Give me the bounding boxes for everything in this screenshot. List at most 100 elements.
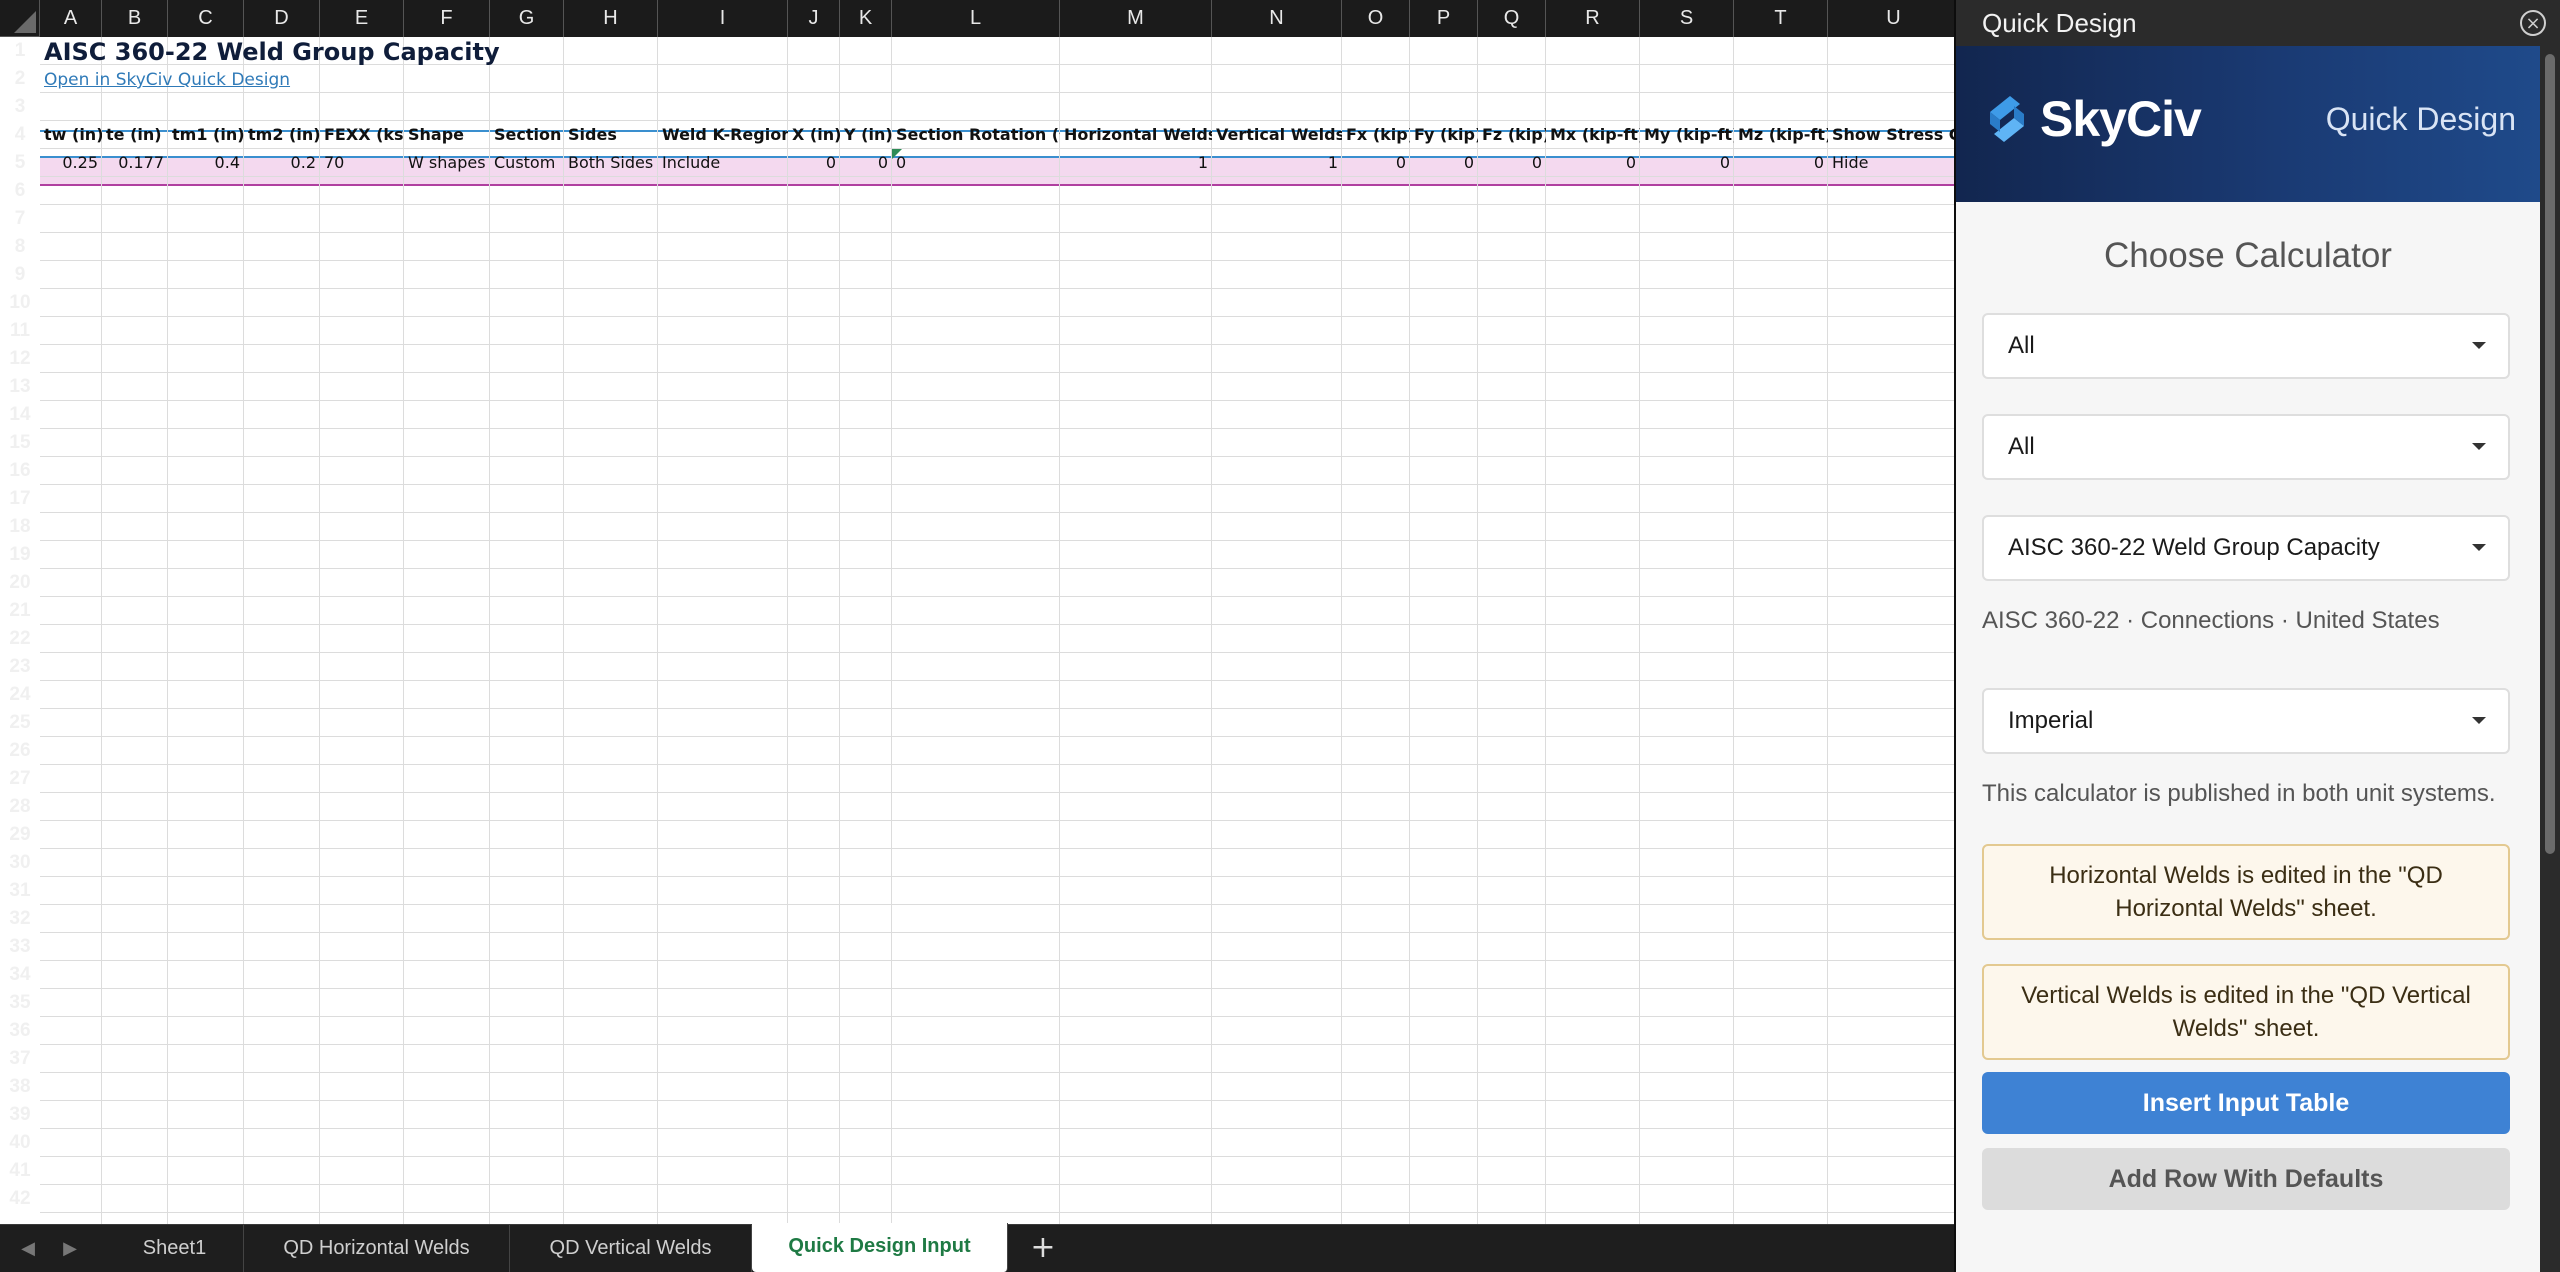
table-cell[interactable]: 0	[892, 149, 1060, 177]
table-header-cell[interactable]: X (in)	[788, 121, 840, 149]
column-header-s[interactable]: S	[1640, 0, 1734, 37]
row-header-42[interactable]: 42	[0, 1185, 40, 1213]
task-pane-scrollbar[interactable]	[2540, 46, 2560, 1272]
calculator-select[interactable]: AISC 360-22 Weld Group Capacity	[1982, 515, 2510, 581]
insert-input-table-button[interactable]: Insert Input Table	[1982, 1072, 2510, 1134]
column-header-c[interactable]: C	[168, 0, 244, 37]
select-all-corner[interactable]	[0, 0, 40, 37]
table-cell[interactable]: 0	[1734, 149, 1828, 177]
row-header-27[interactable]: 27	[0, 765, 40, 793]
row-header-7[interactable]: 7	[0, 205, 40, 233]
row-header-5[interactable]: 5	[0, 149, 40, 177]
column-header-q[interactable]: Q	[1478, 0, 1546, 37]
tab-sheet1[interactable]: Sheet1	[106, 1225, 244, 1272]
column-header-e[interactable]: E	[320, 0, 404, 37]
table-cell[interactable]: 0	[1640, 149, 1734, 177]
row-header-6[interactable]: 6	[0, 177, 40, 205]
table-header-cell[interactable]: tm2 (in)	[244, 121, 320, 149]
row-header-4[interactable]: 4	[0, 121, 40, 149]
row-header-14[interactable]: 14	[0, 401, 40, 429]
table-header-cell[interactable]: Sides	[564, 121, 658, 149]
row-header-30[interactable]: 30	[0, 849, 40, 877]
table-header-cell[interactable]: te (in)	[102, 121, 168, 149]
row-header-26[interactable]: 26	[0, 737, 40, 765]
open-in-skyciv-link[interactable]: Open in SkyCiv Quick Design	[44, 66, 290, 94]
row-header-1[interactable]: 1	[0, 37, 40, 65]
table-header-cell[interactable]: Mz (kip-ft)	[1734, 121, 1828, 149]
row-header-39[interactable]: 39	[0, 1101, 40, 1129]
row-header-36[interactable]: 36	[0, 1017, 40, 1045]
table-header-cell[interactable]: Vertical Welds	[1212, 121, 1342, 149]
column-header-h[interactable]: H	[564, 0, 658, 37]
column-header-m[interactable]: M	[1060, 0, 1212, 37]
table-header-cell[interactable]: Fy (kip)	[1410, 121, 1478, 149]
table-cell[interactable]: Hide	[1828, 149, 1954, 177]
row-header-31[interactable]: 31	[0, 877, 40, 905]
table-cell[interactable]: 0	[840, 149, 892, 177]
spreadsheet-area[interactable]: ABCDEFGHIJKLMNOPQRSTU 1 2 3 4 5 6 7 8 9 10 11 12 13 1…	[0, 0, 1954, 1224]
column-header-l[interactable]: L	[892, 0, 1060, 37]
tab-scroll-left-icon[interactable]: ◀	[18, 1237, 38, 1261]
row-header-11[interactable]: 11	[0, 317, 40, 345]
row-header-33[interactable]: 33	[0, 933, 40, 961]
tab-qd-horizontal-welds[interactable]: QD Horizontal Welds	[244, 1225, 510, 1272]
column-header-t[interactable]: T	[1734, 0, 1828, 37]
row-header-2[interactable]: 2	[0, 65, 40, 93]
table-header-cell[interactable]: Weld K-Region	[658, 121, 788, 149]
table-cell[interactable]: 0	[1342, 149, 1410, 177]
table-cell[interactable]: Include	[658, 149, 788, 177]
add-sheet-button[interactable]: +	[1018, 1225, 1068, 1272]
row-header-41[interactable]: 41	[0, 1157, 40, 1185]
row-header-15[interactable]: 15	[0, 429, 40, 457]
row-header-24[interactable]: 24	[0, 681, 40, 709]
add-row-with-defaults-button[interactable]: Add Row With Defaults	[1982, 1148, 2510, 1210]
table-cell[interactable]: 70	[320, 149, 404, 177]
table-cell[interactable]: 0.4	[168, 149, 244, 177]
row-header-20[interactable]: 20	[0, 569, 40, 597]
row-header-22[interactable]: 22	[0, 625, 40, 653]
table-cell[interactable]: 0.25	[40, 149, 102, 177]
table-header-cell[interactable]: Show Stress Gra	[1828, 121, 1954, 149]
column-header-a[interactable]: A	[40, 0, 102, 37]
column-header-b[interactable]: B	[102, 0, 168, 37]
tab-quick-design-input[interactable]: Quick Design Input	[752, 1223, 1008, 1272]
column-header-g[interactable]: G	[490, 0, 564, 37]
row-header-18[interactable]: 18	[0, 513, 40, 541]
table-header-cell[interactable]: tw (in)	[40, 121, 102, 149]
table-header-cell[interactable]: My (kip-ft)	[1640, 121, 1734, 149]
table-cell[interactable]: Both Sides	[564, 149, 658, 177]
table-cell[interactable]: 0	[1546, 149, 1640, 177]
column-header-j[interactable]: J	[788, 0, 840, 37]
subcategory-select[interactable]: All	[1982, 414, 2510, 480]
table-cell[interactable]: 1	[1060, 149, 1212, 177]
table-header-cell[interactable]: Y (in)	[840, 121, 892, 149]
row-header-10[interactable]: 10	[0, 289, 40, 317]
column-header-f[interactable]: F	[404, 0, 490, 37]
row-header-16[interactable]: 16	[0, 457, 40, 485]
row-header-19[interactable]: 19	[0, 541, 40, 569]
row-header-23[interactable]: 23	[0, 653, 40, 681]
row-header-3[interactable]: 3	[0, 93, 40, 121]
row-header-12[interactable]: 12	[0, 345, 40, 373]
column-header-k[interactable]: K	[840, 0, 892, 37]
row-header-28[interactable]: 28	[0, 793, 40, 821]
table-header-cell[interactable]: Section	[490, 121, 564, 149]
row-header-37[interactable]: 37	[0, 1045, 40, 1073]
row-header-40[interactable]: 40	[0, 1129, 40, 1157]
row-header-21[interactable]: 21	[0, 597, 40, 625]
scrollbar-thumb[interactable]	[2545, 54, 2555, 854]
row-header-13[interactable]: 13	[0, 373, 40, 401]
table-cell[interactable]: 0	[1478, 149, 1546, 177]
sheet-title-cell[interactable]: AISC 360-22 Weld Group Capacity	[44, 38, 500, 66]
category-select[interactable]: All	[1982, 313, 2510, 379]
column-header-d[interactable]: D	[244, 0, 320, 37]
column-header-r[interactable]: R	[1546, 0, 1640, 37]
units-select[interactable]: Imperial	[1982, 688, 2510, 754]
table-header-cell[interactable]: Section Rotation (↷	[892, 121, 1060, 149]
close-icon[interactable]: ×	[2520, 10, 2546, 36]
column-header-n[interactable]: N	[1212, 0, 1342, 37]
table-header-cell[interactable]: Fz (kip)	[1478, 121, 1546, 149]
table-cell[interactable]: Custom	[490, 149, 564, 177]
row-header-35[interactable]: 35	[0, 989, 40, 1017]
table-cell[interactable]: 0.177	[102, 149, 168, 177]
